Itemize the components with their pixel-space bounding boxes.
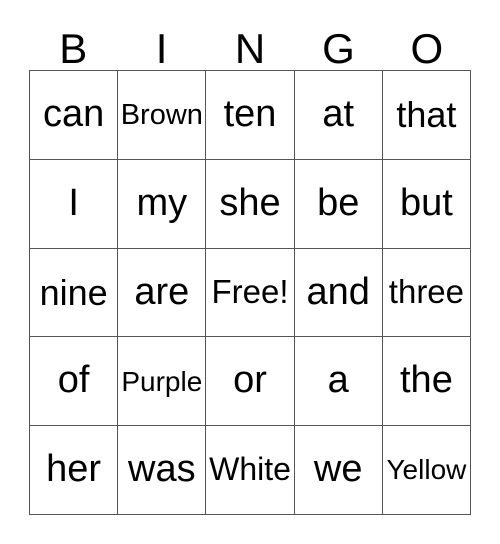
bingo-cell-b2[interactable]: I <box>30 159 119 249</box>
bingo-cell-label: can <box>42 92 105 135</box>
bingo-cell-label: Brown <box>120 98 203 131</box>
bingo-cell-g2[interactable]: be <box>294 159 383 249</box>
bingo-cell-label: a <box>327 359 349 402</box>
table-row: can Brown ten at that <box>30 71 472 160</box>
bingo-cell-b1[interactable]: can <box>30 71 119 160</box>
bingo-card: B I N G O can Brown ten at that I my she… <box>0 0 500 544</box>
bingo-cell-b5[interactable]: her <box>30 426 119 515</box>
bingo-cell-g4[interactable]: a <box>294 337 383 427</box>
bingo-cell-label: at <box>322 92 355 135</box>
table-row: nine are Free! and three <box>30 248 472 338</box>
bingo-cell-label: are <box>134 270 190 313</box>
bingo-cell-label: my <box>136 181 188 224</box>
bingo-cell-i4[interactable]: Purple <box>118 337 207 427</box>
bingo-cell-label: of <box>57 359 90 402</box>
bingo-cell-free-space[interactable]: Free! <box>206 248 295 338</box>
bingo-grid: can Brown ten at that I my she be but ni… <box>29 70 472 515</box>
bingo-cell-i3[interactable]: are <box>118 248 207 338</box>
bingo-cell-label: that <box>396 94 457 135</box>
bingo-cell-label: she <box>219 181 281 224</box>
table-row: I my she be but <box>30 159 472 249</box>
table-row: of Purple or a the <box>30 337 472 427</box>
bingo-header-letter-b: B <box>59 25 88 72</box>
bingo-cell-label: Purple <box>121 365 203 397</box>
bingo-header-letter-n: N <box>234 25 266 72</box>
bingo-cell-n5[interactable]: White <box>206 426 295 515</box>
bingo-cell-o3[interactable]: three <box>382 248 472 338</box>
bingo-cell-label: White <box>209 451 291 488</box>
bingo-cell-n1[interactable]: ten <box>206 71 295 160</box>
bingo-cell-i2[interactable]: my <box>118 159 207 249</box>
bingo-header-letter-i: I <box>155 25 168 72</box>
bingo-cell-label: nine <box>39 271 108 313</box>
bingo-cell-label: ten <box>223 92 277 135</box>
bingo-cell-label: three <box>388 273 465 311</box>
bingo-cell-label: I <box>68 181 79 224</box>
bingo-cell-label: or <box>233 359 267 402</box>
bingo-cell-label: and <box>306 270 370 313</box>
bingo-cell-label: be <box>317 181 360 224</box>
bingo-cell-n4[interactable]: or <box>206 337 295 427</box>
bingo-cell-label: but <box>400 181 453 224</box>
bingo-cell-g5[interactable]: we <box>294 426 383 515</box>
bingo-cell-label: the <box>400 359 453 402</box>
bingo-cell-i5[interactable]: was <box>118 426 207 515</box>
bingo-header-row: B I N G O <box>29 26 471 70</box>
bingo-cell-label: Yellow <box>386 454 467 486</box>
bingo-cell-o4[interactable]: the <box>382 337 472 427</box>
bingo-cell-g1[interactable]: at <box>294 71 383 160</box>
bingo-cell-b4[interactable]: of <box>30 337 119 427</box>
bingo-header-letter-g: G <box>322 25 355 72</box>
bingo-cell-label: was <box>128 448 196 491</box>
bingo-free-space-label: Free! <box>211 273 289 311</box>
bingo-header-letter-o: O <box>410 25 444 72</box>
bingo-cell-o1[interactable]: that <box>382 71 472 160</box>
bingo-cell-i1[interactable]: Brown <box>118 71 207 160</box>
bingo-cell-g3[interactable]: and <box>294 248 383 338</box>
bingo-cell-b3[interactable]: nine <box>30 248 119 338</box>
bingo-cell-o2[interactable]: but <box>382 159 472 249</box>
table-row: her was White we Yellow <box>30 426 472 515</box>
bingo-cell-label: we <box>313 448 363 491</box>
bingo-cell-label: her <box>46 448 102 491</box>
bingo-cell-o5[interactable]: Yellow <box>382 426 472 515</box>
bingo-cell-n2[interactable]: she <box>206 159 295 249</box>
